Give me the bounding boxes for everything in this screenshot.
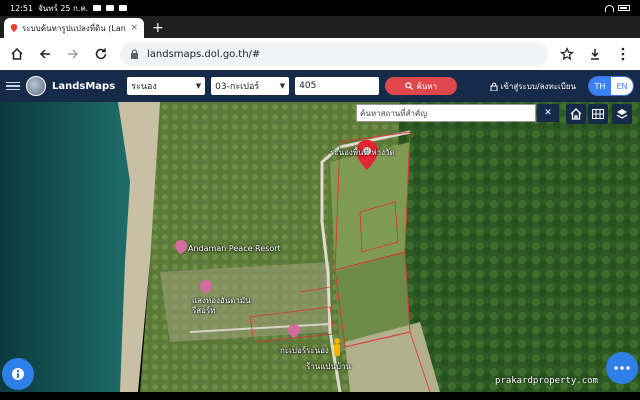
lang-en-button[interactable]: EN: [611, 77, 633, 95]
store-pin-icon[interactable]: [200, 280, 212, 294]
more-menu-icon[interactable]: [614, 45, 632, 63]
status-bar: 12:51 จันทร์ 25 ก.ค.: [0, 0, 640, 16]
back-icon[interactable]: [36, 45, 54, 63]
search-button[interactable]: ค้นหา: [385, 77, 458, 95]
street-view-icon[interactable]: [332, 338, 342, 356]
browser-tab[interactable]: ระบบค้นหารูปแปลงที่ดิน (Lan ×: [4, 18, 144, 38]
address-bar[interactable]: landsmaps.dol.go.th/#: [120, 42, 548, 66]
building-icon[interactable]: [566, 104, 586, 124]
login-link[interactable]: เข้าสู่ระบบ/ลงทะเบียน: [490, 80, 576, 93]
facebook-icon: [93, 5, 102, 11]
status-time: 12:51: [10, 3, 34, 13]
browser-toolbar: landsmaps.dol.go.th/#: [0, 38, 640, 70]
place-search-input[interactable]: ค้นหาสถานที่สำคัญ: [356, 104, 536, 122]
navigation-bar: [0, 392, 640, 400]
hotel-label: ร้านแปนบ้าน: [306, 362, 351, 371]
tab-title: ระบบค้นหารูปแปลงที่ดิน (Lan: [22, 23, 126, 33]
search-icon: [405, 82, 414, 90]
resort-label: Andaman Peace Resort: [188, 244, 281, 253]
store-label: แสงทองอันดามัน รีสอร์ท: [192, 296, 251, 315]
close-tab-icon[interactable]: ×: [130, 23, 138, 33]
grid-icon[interactable]: [588, 104, 608, 124]
forward-icon[interactable]: [64, 45, 82, 63]
watermark: prakardproperty.com: [495, 376, 598, 386]
new-tab-button[interactable]: +: [152, 20, 164, 36]
parcel-label: ระนองพื้นที่ ห่างวัด: [330, 148, 395, 157]
mail-icon: [119, 5, 128, 11]
battery-icon: [618, 5, 630, 11]
star-icon[interactable]: [558, 45, 576, 63]
district-select[interactable]: 03-กะเปอร์ ▼: [211, 77, 290, 95]
province-select[interactable]: ระนอง ▼: [127, 77, 206, 95]
location-button[interactable]: [2, 358, 34, 390]
tab-strip: ระบบค้นหารูปแปลงที่ดิน (Lan × +: [0, 16, 640, 38]
url-text: landsmaps.dol.go.th/#: [147, 48, 261, 60]
reload-icon[interactable]: [92, 45, 110, 63]
app-header: LandsMaps ระนอง ▼ 03-กะเปอร์ ▼ 405 ค้นหา เ…: [0, 70, 640, 102]
lock-icon: [131, 49, 138, 59]
resort-pin-icon[interactable]: [175, 240, 187, 254]
brand-name: LandsMaps: [52, 80, 116, 92]
more-icon: [614, 366, 630, 370]
ranong-pin-icon[interactable]: [288, 324, 300, 338]
youtube-icon: [106, 5, 115, 11]
user-icon: [490, 82, 498, 91]
menu-icon[interactable]: [6, 81, 20, 91]
maps-icon: [10, 24, 18, 32]
place-search-clear-button[interactable]: ✕: [537, 104, 559, 122]
home-icon[interactable]: [8, 45, 26, 63]
info-icon: [12, 368, 24, 380]
status-date: จันทร์ 25 ก.ค.: [38, 3, 89, 13]
parcel-number-input[interactable]: 405: [295, 77, 380, 95]
more-actions-button[interactable]: [606, 352, 638, 384]
layers-icon[interactable]: [612, 104, 632, 124]
download-icon[interactable]: [586, 45, 604, 63]
wifi-icon: [605, 4, 614, 12]
lang-th-button[interactable]: TH: [589, 77, 611, 95]
landsmaps-logo: [26, 76, 46, 96]
ranong-label: กะเปอร์ระนอง: [280, 346, 329, 355]
language-toggle: TH EN: [588, 76, 634, 96]
